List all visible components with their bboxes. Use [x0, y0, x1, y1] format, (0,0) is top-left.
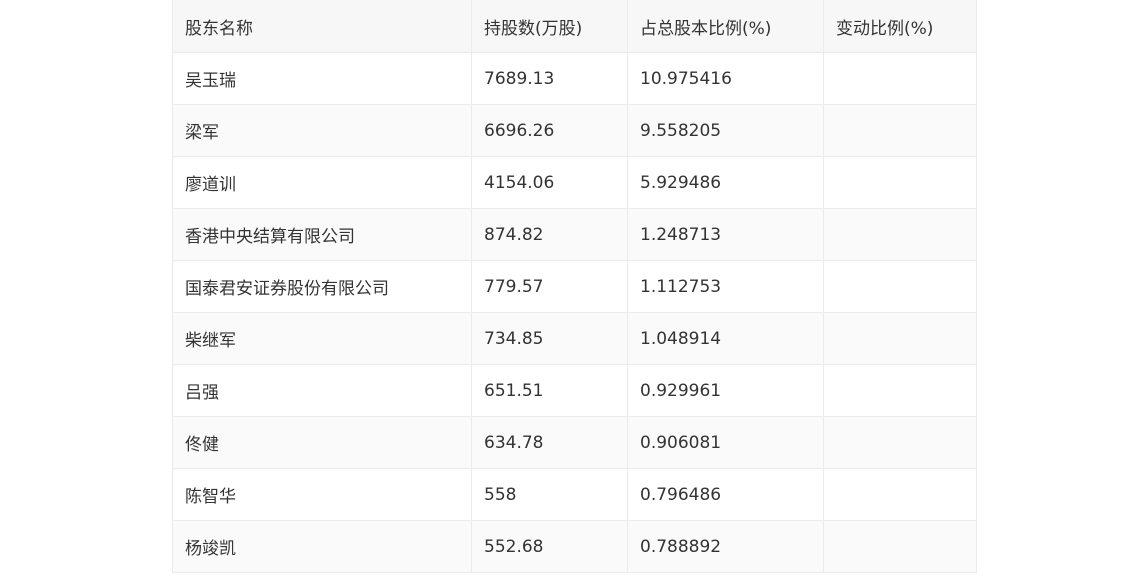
table-row: 国泰君安证券股份有限公司 779.57 1.112753 — [173, 261, 976, 313]
cell-shareholder-name: 梁军 — [173, 105, 472, 156]
cell-shareholder-name: 杨竣凯 — [173, 521, 472, 572]
table-row: 吕强 651.51 0.929961 — [173, 365, 976, 417]
cell-share-ratio: 1.112753 — [628, 261, 824, 312]
cell-share-ratio: 0.929961 — [628, 365, 824, 416]
table-row: 陈智华 558 0.796486 — [173, 469, 976, 521]
cell-shareholder-name: 吕强 — [173, 365, 472, 416]
table-row: 佟健 634.78 0.906081 — [173, 417, 976, 469]
cell-share-ratio: 0.906081 — [628, 417, 824, 468]
cell-share-ratio: 0.788892 — [628, 521, 824, 572]
cell-change-ratio — [824, 53, 974, 104]
cell-change-ratio — [824, 417, 974, 468]
cell-change-ratio — [824, 365, 974, 416]
cell-shareholder-name: 廖道训 — [173, 157, 472, 208]
cell-share-ratio: 0.796486 — [628, 469, 824, 520]
cell-shareholder-name: 陈智华 — [173, 469, 472, 520]
table-row: 香港中央结算有限公司 874.82 1.248713 — [173, 209, 976, 261]
header-shareholder-name: 股东名称 — [173, 0, 472, 52]
cell-change-ratio — [824, 209, 974, 260]
cell-shareholder-name: 柴继军 — [173, 313, 472, 364]
cell-shares-held: 6696.26 — [472, 105, 628, 156]
table-row: 吴玉瑞 7689.13 10.975416 — [173, 53, 976, 105]
cell-share-ratio: 1.248713 — [628, 209, 824, 260]
header-shares-held: 持股数(万股) — [472, 0, 628, 52]
table-row: 梁军 6696.26 9.558205 — [173, 105, 976, 157]
table-header-row: 股东名称 持股数(万股) 占总股本比例(%) 变动比例(%) — [173, 0, 976, 53]
cell-shareholder-name: 佟健 — [173, 417, 472, 468]
cell-shares-held: 4154.06 — [472, 157, 628, 208]
cell-shares-held: 7689.13 — [472, 53, 628, 104]
cell-shareholder-name: 香港中央结算有限公司 — [173, 209, 472, 260]
cell-shareholder-name: 国泰君安证券股份有限公司 — [173, 261, 472, 312]
table-row: 柴继军 734.85 1.048914 — [173, 313, 976, 365]
cell-shares-held: 634.78 — [472, 417, 628, 468]
cell-share-ratio: 9.558205 — [628, 105, 824, 156]
cell-change-ratio — [824, 469, 974, 520]
cell-share-ratio: 5.929486 — [628, 157, 824, 208]
cell-change-ratio — [824, 261, 974, 312]
cell-change-ratio — [824, 157, 974, 208]
cell-share-ratio: 1.048914 — [628, 313, 824, 364]
header-share-ratio: 占总股本比例(%) — [628, 0, 824, 52]
cell-shares-held: 552.68 — [472, 521, 628, 572]
cell-change-ratio — [824, 105, 974, 156]
cell-shares-held: 558 — [472, 469, 628, 520]
cell-shareholder-name: 吴玉瑞 — [173, 53, 472, 104]
cell-change-ratio — [824, 313, 974, 364]
table-row: 杨竣凯 552.68 0.788892 — [173, 521, 976, 573]
header-change-ratio: 变动比例(%) — [836, 18, 934, 39]
cell-shares-held: 734.85 — [472, 313, 628, 364]
cell-share-ratio: 10.975416 — [628, 53, 824, 104]
cell-shares-held: 651.51 — [472, 365, 628, 416]
cell-shares-held: 874.82 — [472, 209, 628, 260]
cell-change-ratio — [824, 521, 974, 572]
table-row: 廖道训 4154.06 5.929486 — [173, 157, 976, 209]
shareholder-table: 股东名称 持股数(万股) 占总股本比例(%) 变动比例(%) 吴玉瑞 7689.1… — [172, 0, 977, 573]
cell-shares-held: 779.57 — [472, 261, 628, 312]
